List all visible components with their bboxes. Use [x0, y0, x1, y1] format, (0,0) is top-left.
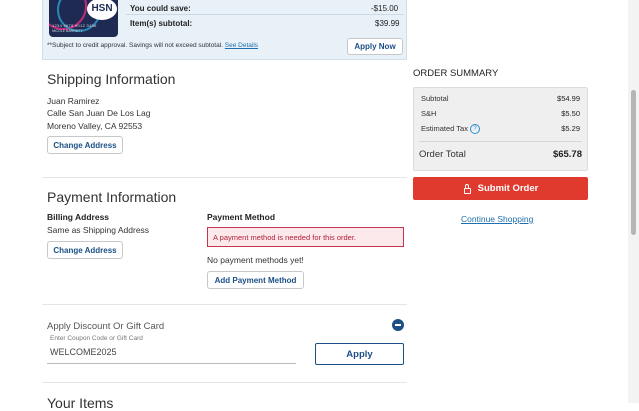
- summary-total-label: Order Total: [419, 149, 466, 160]
- shipping-city: Moreno Valley, CA 92553: [47, 121, 143, 131]
- summary-sh-label: S&H: [421, 109, 437, 118]
- continue-shopping-link[interactable]: Continue Shopping: [461, 214, 533, 224]
- divider: [419, 141, 582, 142]
- card-holder-name: NICOLE BARRETT: [52, 29, 83, 33]
- summary-tax-value: $5.29: [561, 124, 580, 133]
- summary-subtotal-label: Subtotal: [421, 94, 449, 103]
- help-icon[interactable]: ?: [470, 124, 481, 135]
- summary-sh-value: $5.50: [561, 109, 580, 118]
- submit-order-label: Submit Order: [477, 183, 539, 194]
- summary-title: ORDER SUMMARY: [413, 68, 499, 79]
- subtotal-value: $39.99: [375, 19, 400, 28]
- coupon-input-label: Enter Coupon Code or Gift Card: [50, 335, 143, 342]
- card-logo: HSN: [87, 0, 117, 20]
- billing-title: Billing Address: [47, 212, 110, 222]
- shipping-change-address-button[interactable]: Change Address: [47, 136, 123, 154]
- see-details-link[interactable]: See Details: [225, 42, 258, 49]
- collapse-minus-icon[interactable]: [392, 319, 404, 331]
- shipping-name: Juan Ramirez: [47, 96, 100, 106]
- credit-card-image: HSN 1234 5678 9012 3456 NICOLE BARRETT: [49, 0, 118, 37]
- card-number: 1234 5678 9012 3456: [52, 23, 97, 28]
- divider: [126, 14, 404, 15]
- your-items-title: Your Items: [47, 395, 114, 411]
- subtotal-label: Item(s) subtotal:: [130, 19, 193, 28]
- no-payment-methods-text: No payment methods yet!: [207, 255, 304, 265]
- divider: [42, 304, 407, 305]
- shipping-street: Calle San Juan De Los Lag: [47, 108, 151, 118]
- payment-error-message: A payment method is needed for this orde…: [207, 227, 404, 247]
- scrollbar-thumb[interactable]: [631, 90, 636, 235]
- submit-order-button[interactable]: Submit Order: [413, 177, 588, 200]
- summary-subtotal-value: $54.99: [557, 94, 580, 103]
- fine-print: **Subject to credit approval. Savings wi…: [47, 42, 259, 49]
- coupon-input-underline: [47, 363, 296, 364]
- lock-icon: [463, 183, 472, 194]
- discount-title: Apply Discount Or Gift Card: [47, 321, 165, 332]
- divider: [42, 382, 407, 383]
- shipping-title: Shipping Information: [47, 71, 176, 87]
- payment-method-title: Payment Method: [207, 212, 276, 222]
- apply-now-button[interactable]: Apply Now: [347, 38, 403, 55]
- apply-coupon-button[interactable]: Apply: [315, 343, 404, 365]
- save-value: -$15.00: [371, 4, 399, 13]
- summary-tax-label: Estimated Tax ?: [421, 124, 481, 135]
- divider: [42, 177, 407, 178]
- summary-total-value: $65.78: [552, 149, 582, 160]
- save-label: You could save:: [130, 4, 191, 13]
- billing-text: Same as Shipping Address: [47, 225, 150, 235]
- billing-change-address-button[interactable]: Change Address: [47, 241, 123, 259]
- payment-title: Payment Information: [47, 189, 177, 205]
- coupon-input[interactable]: WELCOME2025: [50, 347, 117, 357]
- add-payment-method-button[interactable]: Add Payment Method: [207, 271, 304, 289]
